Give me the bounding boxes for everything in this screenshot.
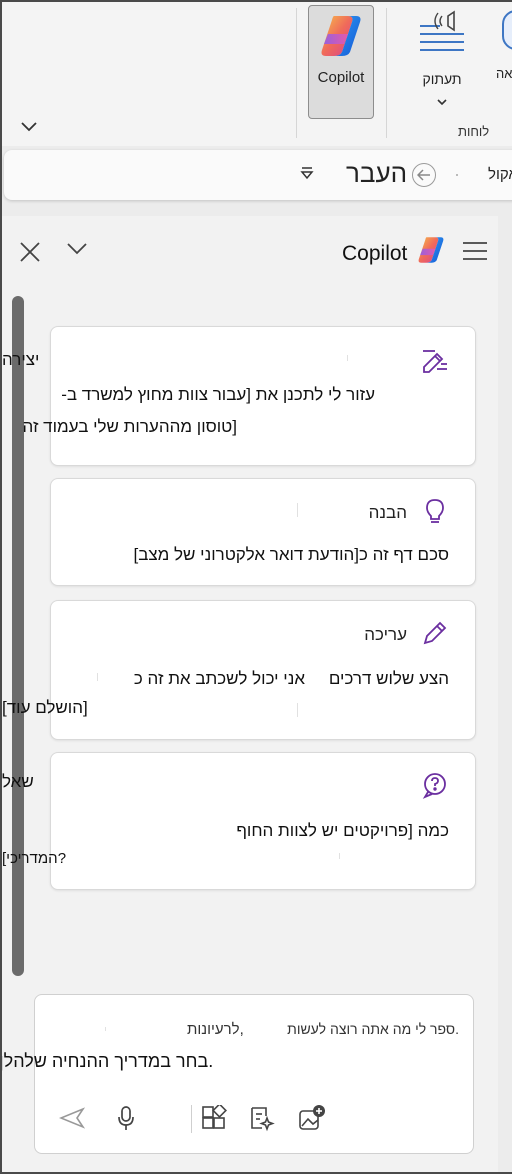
lightbulb-icon — [421, 497, 449, 525]
pen-lines-icon — [421, 347, 449, 375]
dictate-dropdown-chevron-icon[interactable] — [437, 93, 447, 111]
dictate-label: תעתוק — [422, 71, 462, 87]
prompt-card-ask[interactable]: כמה [פרויקטים יש לצוות החוף — [50, 752, 476, 890]
ribbon-divider — [296, 8, 297, 138]
partial-ribbon-label: אה — [496, 66, 512, 81]
composer-toolbar — [57, 1103, 457, 1135]
history-label[interactable]: העבר — [346, 158, 407, 189]
add-image-icon[interactable] — [297, 1103, 327, 1133]
card-prompt-overflow: [המדריכי? — [2, 850, 67, 867]
apps-grid-icon[interactable] — [199, 1103, 229, 1133]
card-prompt-line: סכם דף זה כ[הודעת דואר אלקטרוני של מצב] — [133, 545, 449, 564]
ribbon: Copilot תעתוק אה לוחות — [2, 0, 512, 146]
prompt-composer[interactable]: ספר לי מה אתה רוצה לעשות. לרעיונות, בחר … — [0, 994, 474, 1154]
composer-placeholder-line: לרעיונות, — [187, 1021, 244, 1038]
ribbon-collapse-chevron-icon[interactable] — [18, 118, 40, 136]
toolbar-divider — [191, 1105, 192, 1133]
card-prompt-line: הצע שלוש דרכים — [328, 669, 449, 688]
copilot-button-label: Copilot — [317, 69, 365, 86]
copilot-ribbon-button[interactable]: Copilot — [308, 5, 374, 119]
card-title: הבנה — [368, 503, 407, 522]
partial-ribbon-icon[interactable] — [502, 10, 512, 50]
back-arrow-icon[interactable] — [412, 163, 436, 187]
copilot-pane-title: Copilot — [342, 242, 408, 265]
prompt-card-understand[interactable]: הבנה סכם דף זה כ[הודעת דואר אלקטרוני של … — [50, 478, 476, 586]
card-prompt-overflow: [הושלם עוד] — [2, 698, 88, 717]
card-prompt-line: כמה [פרויקטים יש לצוות החוף — [236, 821, 449, 840]
chevron-down-icon[interactable] — [66, 242, 90, 262]
card-title-ask: שאל — [2, 772, 34, 791]
card-title: עריכה — [364, 625, 407, 644]
ribbon-group-label: לוחות — [458, 124, 490, 139]
text-artifact — [347, 355, 348, 361]
prompt-guide-sparkle-icon[interactable] — [247, 1103, 277, 1133]
history-dropdown-icon[interactable] — [300, 165, 318, 185]
composer-placeholder-line: בחר במדריך ההנחיה שלהלן. — [0, 1051, 214, 1071]
close-icon[interactable] — [18, 240, 42, 264]
text-artifact — [339, 853, 340, 859]
prompt-card-edit[interactable]: עריכה הצע שלוש דרכים אני יכול לשכתב את ז… — [50, 600, 476, 740]
text-artifact — [297, 703, 298, 717]
pane-scrollbar[interactable] — [12, 296, 24, 976]
nav-separator — [456, 174, 458, 176]
menu-icon[interactable] — [462, 240, 488, 262]
nav-truncated-label[interactable]: אקול — [488, 166, 512, 183]
ribbon-divider — [386, 8, 387, 138]
card-title-create: יצירה — [2, 350, 40, 369]
question-bubble-icon — [421, 771, 449, 799]
pencil-icon — [421, 619, 449, 647]
card-prompt-line: [טוסון מההערות שלי בעמוד זה — [22, 417, 237, 436]
copilot-logo-icon — [416, 236, 446, 269]
text-artifact — [297, 503, 298, 517]
text-artifact — [97, 673, 98, 681]
copilot-pane-header: Copilot — [2, 216, 498, 286]
dictate-icon — [418, 8, 466, 59]
send-icon[interactable] — [57, 1103, 87, 1133]
text-artifact — [105, 1027, 106, 1031]
prompt-card-create[interactable]: עזור לי לתכנן את [עבור צוות מחוץ למשרד ב… — [23, 326, 476, 466]
microphone-icon[interactable] — [111, 1103, 141, 1133]
dictate-button[interactable]: תעתוק — [414, 8, 470, 108]
copilot-logo-icon — [318, 14, 364, 63]
card-prompt-line: עזור לי לתכנן את [עבור צוות מחוץ למשרד ב… — [61, 385, 375, 404]
composer-placeholder-line: ספר לי מה אתה רוצה לעשות. — [287, 1021, 459, 1037]
card-prompt-line: אני יכול לשכתב את זה כ — [133, 669, 305, 688]
navigation-bar: העבר אקול — [4, 150, 512, 200]
